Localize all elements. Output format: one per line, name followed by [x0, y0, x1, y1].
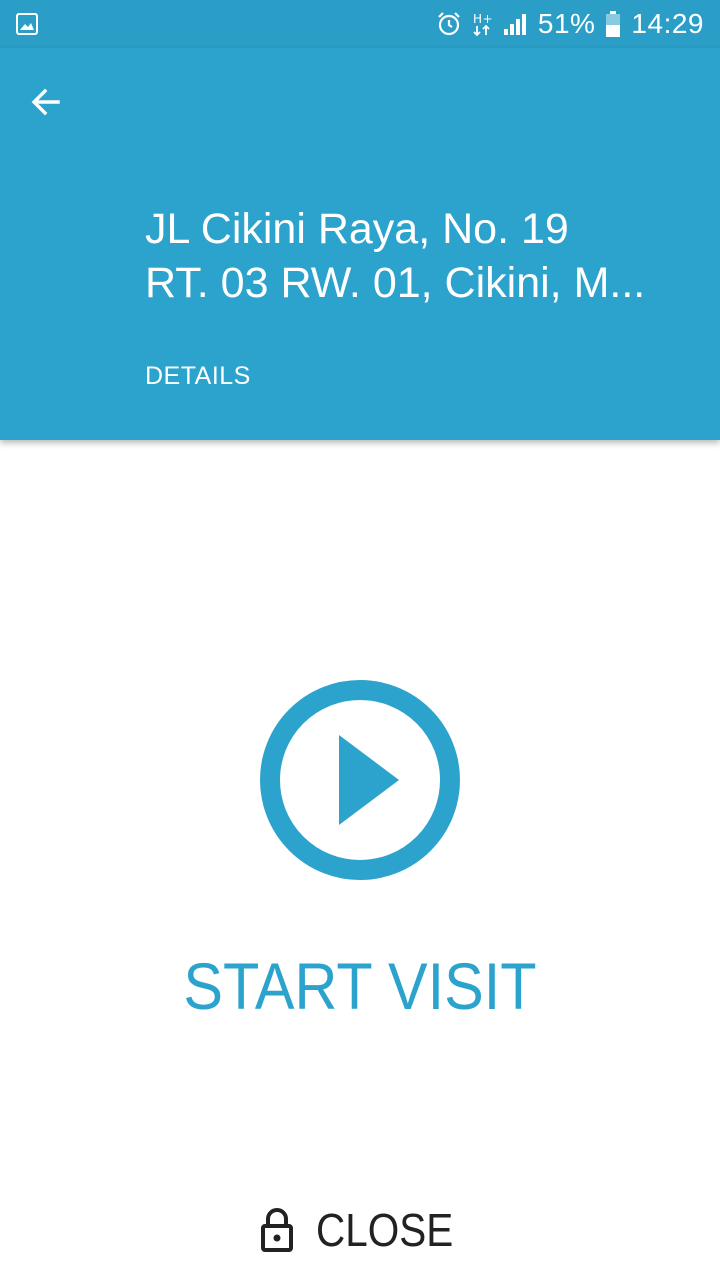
back-button[interactable] — [22, 78, 70, 126]
battery-percent: 51% — [537, 8, 596, 39]
lock-icon — [261, 1208, 293, 1252]
status-indicators: H+ 51% 14:29 — [436, 0, 704, 48]
image-icon — [16, 13, 38, 35]
close-label: CLOSE — [316, 1204, 454, 1256]
signal-icon — [502, 11, 528, 37]
address-line-1: JL Cikini Raya, No. 19 — [145, 205, 569, 253]
address-line-2: RT. 03 RW. 01, Cikini, M... — [145, 259, 646, 307]
status-bar: H+ 51% 14:29 — [0, 0, 720, 48]
alarm-icon — [436, 11, 462, 37]
network-type-indicator: H+ — [472, 11, 492, 37]
close-button[interactable]: CLOSE — [260, 1198, 472, 1262]
arrow-left-icon — [31, 88, 60, 116]
start-visit-label[interactable]: START VISIT — [36, 948, 684, 1024]
svg-text:H+: H+ — [473, 12, 492, 26]
battery-icon — [605, 10, 621, 38]
address-text: JL Cikini Raya, No. 19 RT. 03 RW. 01, Ci… — [145, 202, 690, 310]
status-time: 14:29 — [631, 8, 704, 39]
details-button[interactable]: DETAILS — [145, 362, 251, 391]
start-visit-play-button[interactable] — [259, 679, 461, 881]
play-circle-icon — [260, 680, 460, 880]
visit-header: JL Cikini Raya, No. 19 RT. 03 RW. 01, Ci… — [0, 48, 720, 440]
